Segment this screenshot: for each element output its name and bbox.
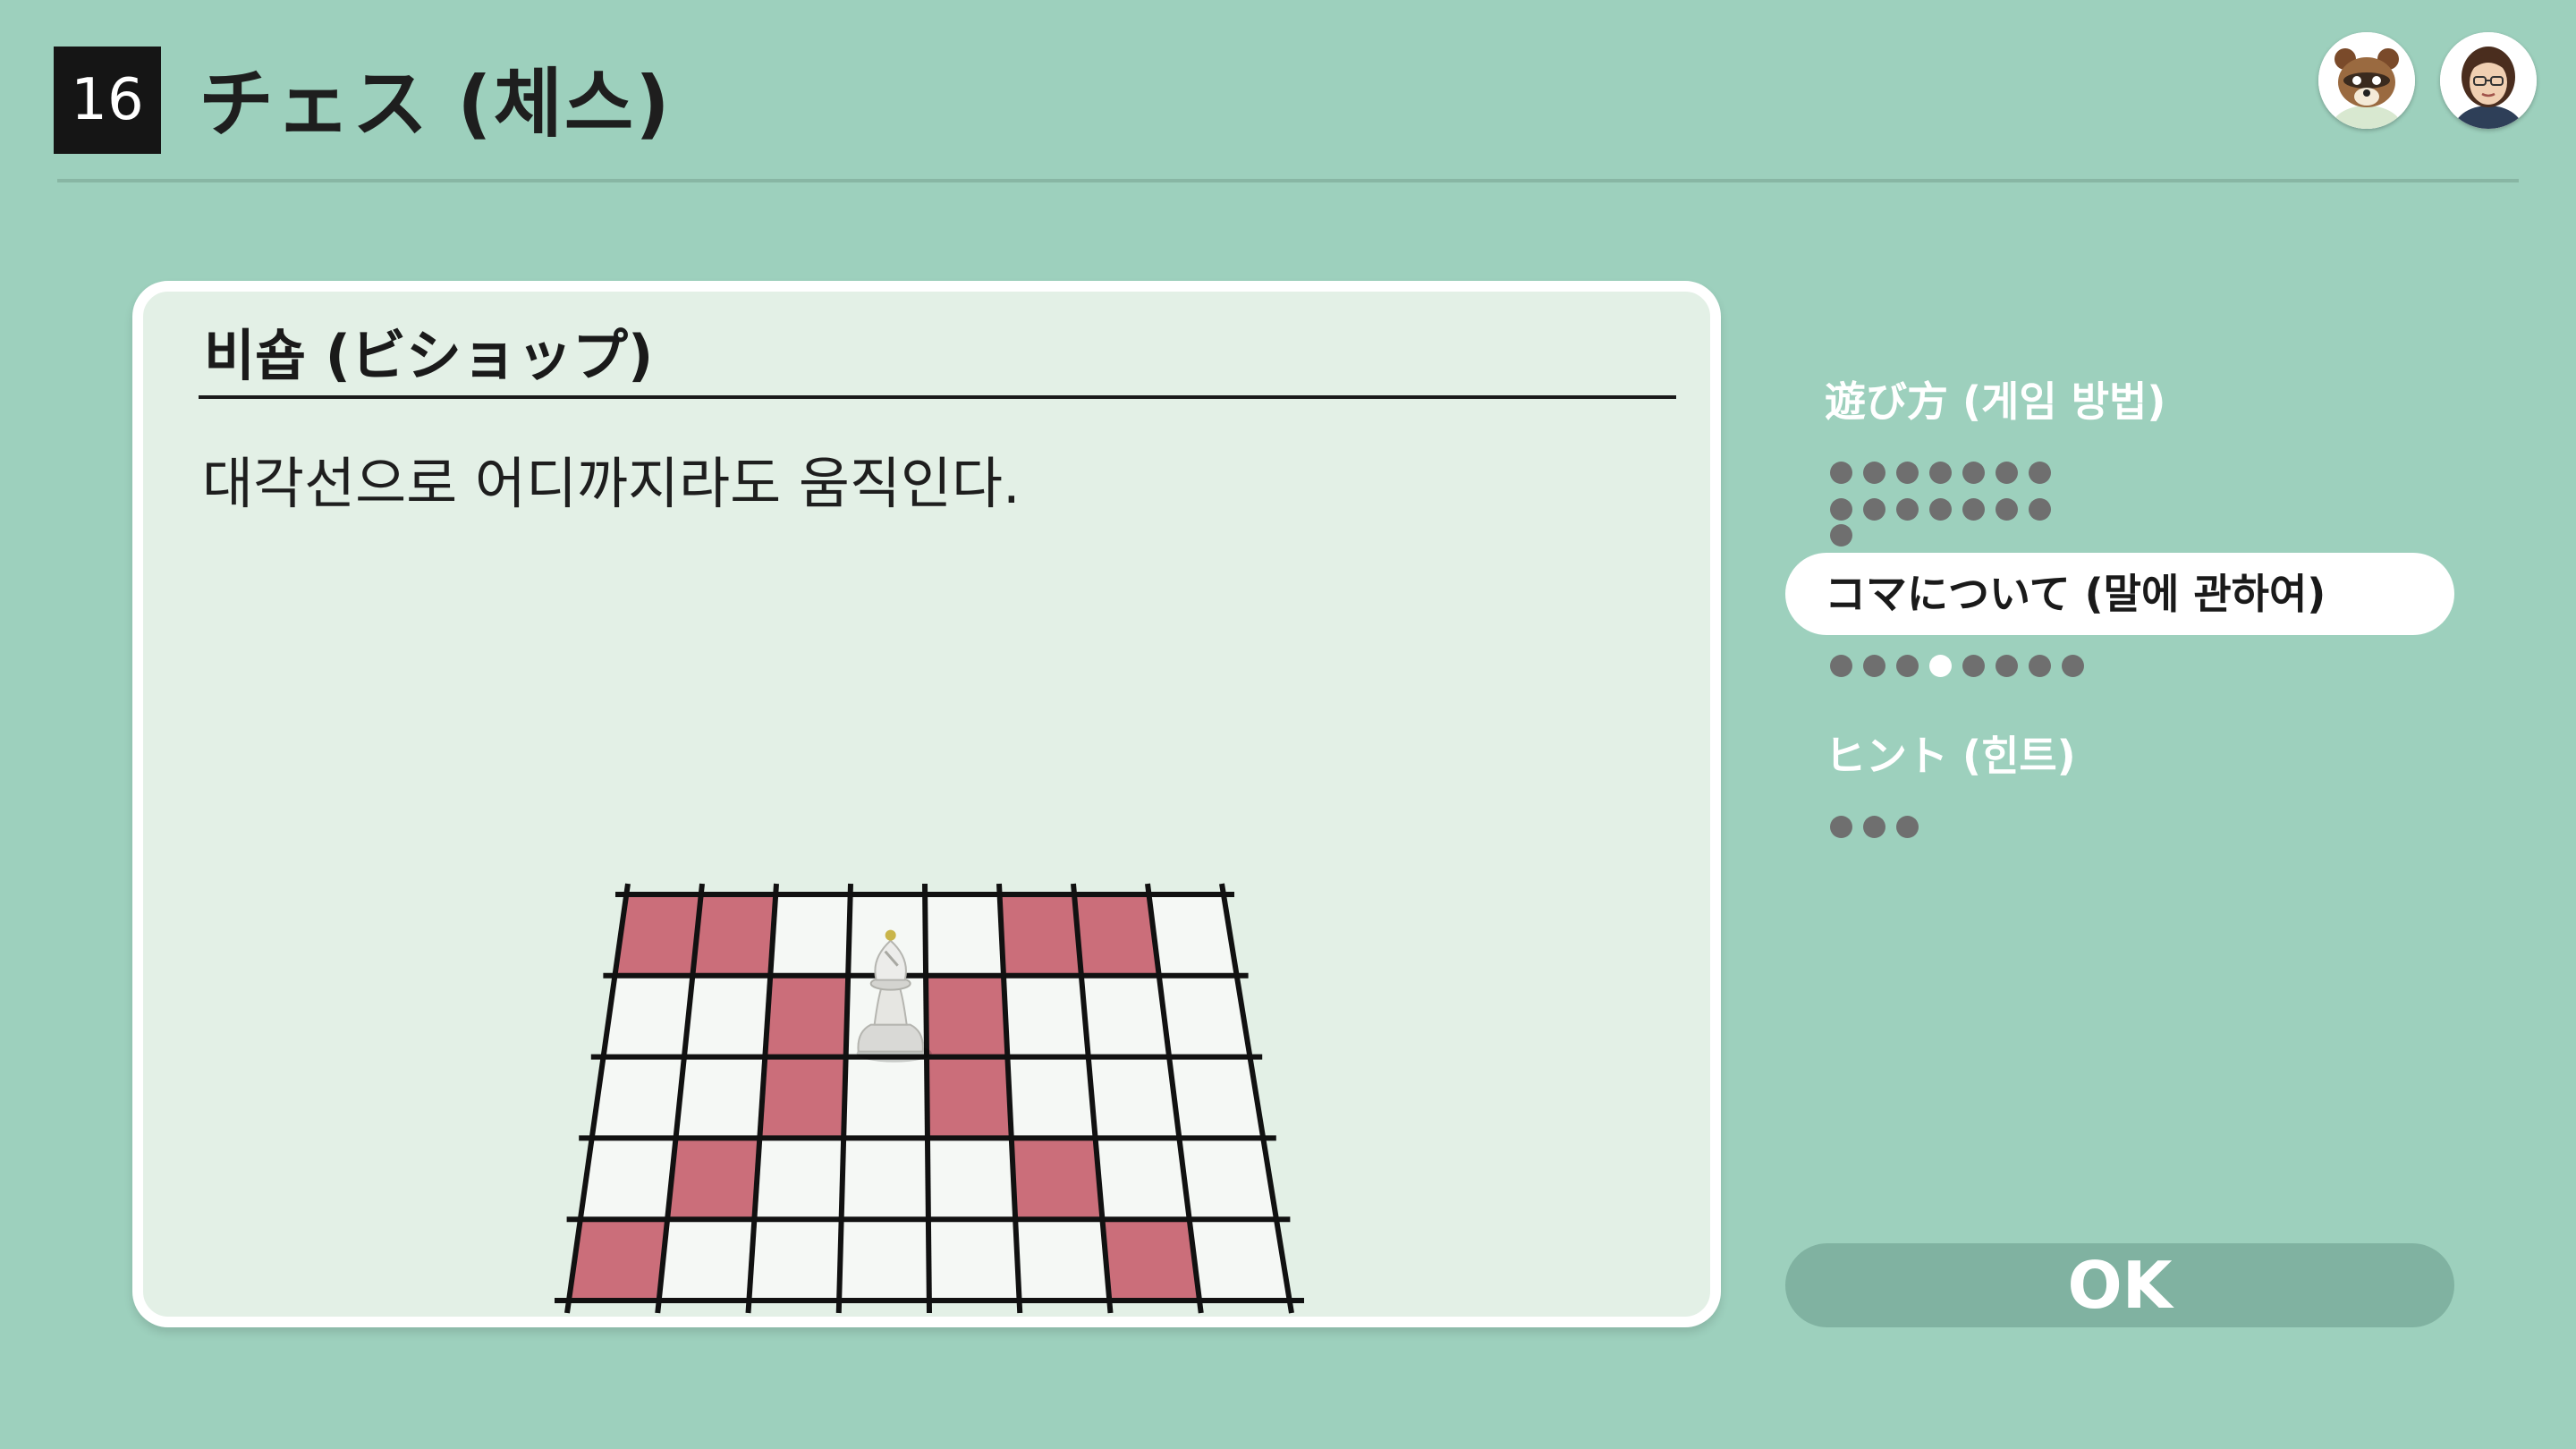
about-pieces-page-dots [1830, 655, 2095, 681]
board-square [928, 1138, 1016, 1220]
board-square [925, 894, 1004, 976]
highlighted-square [765, 975, 849, 1057]
board-square [1088, 1056, 1180, 1139]
highlighted-square [615, 894, 702, 976]
board-square [603, 975, 694, 1057]
section-about-pieces[interactable]: コマについて (말에 관하여) [1785, 553, 2454, 635]
game-title: チェス (체스) [199, 60, 672, 148]
highlighted-square [926, 975, 1008, 1057]
highlighted-square [1011, 1138, 1104, 1220]
user-mii-avatar[interactable] [2440, 32, 2537, 129]
board-square [928, 1219, 1021, 1301]
board-square [748, 1219, 842, 1301]
raccoon-face-icon [2318, 32, 2415, 129]
board-square [1148, 894, 1236, 976]
how-to-play-page-dots [1830, 462, 2072, 550]
board-square [1003, 975, 1089, 1057]
board-square [1007, 1056, 1096, 1139]
board-square [684, 975, 771, 1057]
section-about-pieces-label: コマについて (말에 관하여) [1825, 570, 2326, 618]
highlighted-square [693, 894, 776, 976]
board-square [841, 1138, 928, 1220]
board-square [770, 894, 851, 976]
board-square [838, 1219, 929, 1301]
ok-button[interactable]: OK [1785, 1243, 2454, 1327]
raccoon-character-avatar[interactable] [2318, 32, 2415, 129]
board-square [579, 1138, 676, 1220]
current-page-dot [1929, 655, 1952, 677]
board-square [1080, 975, 1169, 1057]
chess-board-diagram [555, 883, 1304, 1314]
highlighted-square [1073, 894, 1158, 976]
highlighted-square [666, 1138, 760, 1220]
header-divider [57, 179, 2519, 182]
highlighted-square [1103, 1219, 1201, 1301]
section-how-to-play[interactable]: 遊び方 (게임 방법) [1825, 370, 2165, 433]
person-face-icon [2440, 32, 2537, 129]
highlighted-square [567, 1219, 667, 1301]
piece-info-panel: 비숍 (ビショップ) 대각선으로 어디까지라도 움직인다. [132, 281, 1721, 1327]
highlighted-square [759, 1056, 846, 1139]
highlighted-square [999, 894, 1081, 976]
game-number-badge: 16 [54, 47, 161, 154]
board-square [1015, 1219, 1111, 1301]
board-square [753, 1138, 844, 1220]
board-square [1157, 975, 1250, 1057]
board-square [1095, 1138, 1191, 1220]
hints-page-dots [1830, 816, 1929, 842]
section-hints[interactable]: ヒント (힌트) [1825, 724, 2076, 787]
board-square [843, 1056, 928, 1139]
highlighted-square [927, 1056, 1012, 1139]
board-square [657, 1219, 754, 1301]
board-square [591, 1056, 685, 1139]
board-square [675, 1056, 766, 1139]
